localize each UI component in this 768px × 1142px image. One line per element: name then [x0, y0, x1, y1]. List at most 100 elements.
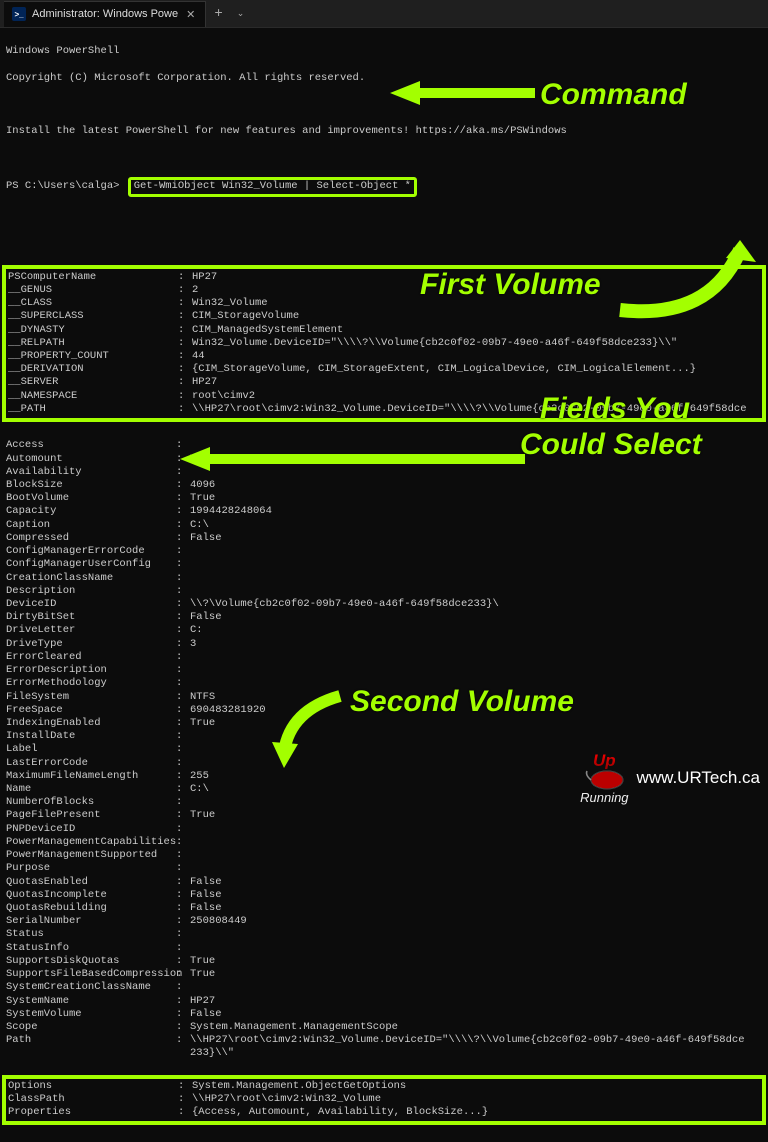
- property-value: False: [190, 876, 222, 889]
- property-key: BootVolume: [6, 492, 176, 505]
- property-row: SupportsDiskQuotas: True: [6, 955, 762, 968]
- separator: :: [176, 876, 190, 889]
- property-row: __RELPATH: Win32_Volume.DeviceID="\\\\?\…: [8, 337, 758, 350]
- separator: :: [176, 532, 190, 545]
- separator: :: [176, 928, 190, 941]
- property-value: C:: [190, 624, 203, 637]
- property-key: SupportsDiskQuotas: [6, 955, 176, 968]
- property-row: PowerManagementCapabilities:: [6, 836, 762, 849]
- property-key: Access: [6, 439, 176, 452]
- property-key: Capacity: [6, 505, 176, 518]
- intro-line: Windows PowerShell: [6, 45, 762, 58]
- property-value: 3: [190, 638, 196, 651]
- property-value: HP27: [190, 995, 215, 1008]
- tab-powershell[interactable]: >_ Administrator: Windows Powe ✕: [4, 1, 206, 27]
- separator: :: [176, 942, 190, 955]
- separator: :: [176, 849, 190, 862]
- property-key: Availability: [6, 466, 176, 479]
- separator: :: [176, 836, 190, 849]
- watermark-up: Up: [593, 752, 616, 769]
- property-value: Win32_Volume: [192, 297, 268, 310]
- property-key: PowerManagementSupported: [6, 849, 176, 862]
- property-key: DriveLetter: [6, 624, 176, 637]
- property-value: 4096: [190, 479, 215, 492]
- property-value: \\?\Volume{cb2c0f02-09b7-49e0-a46f-649f5…: [190, 598, 499, 611]
- separator: :: [176, 889, 190, 902]
- property-row: BootVolume: True: [6, 492, 762, 505]
- property-key: IndexingEnabled: [6, 717, 176, 730]
- separator: :: [176, 902, 190, 915]
- property-value: root\cimv2: [192, 390, 255, 403]
- property-value: C:\: [190, 783, 209, 796]
- property-value: HP27: [192, 271, 217, 284]
- property-row: __DYNASTY: CIM_ManagedSystemElement: [8, 324, 758, 337]
- second-volume-box: Options: System.Management.ObjectGetOpti…: [2, 1075, 766, 1125]
- property-key: PNPDeviceID: [6, 823, 176, 836]
- property-key: ConfigManagerErrorCode: [6, 545, 176, 558]
- separator: :: [176, 915, 190, 928]
- property-key: FileSystem: [6, 691, 176, 704]
- property-key: FreeSpace: [6, 704, 176, 717]
- property-key: Properties: [8, 1106, 178, 1119]
- property-row: SystemName: HP27: [6, 995, 762, 1008]
- property-row: CreationClassName:: [6, 572, 762, 585]
- property-row: InstallDate:: [6, 730, 762, 743]
- property-key: BlockSize: [6, 479, 176, 492]
- separator: :: [176, 730, 190, 743]
- watermark-logo: Up Running: [580, 752, 628, 804]
- separator: :: [176, 704, 190, 717]
- property-row: ClassPath: \\HP27\root\cimv2:Win32_Volum…: [8, 1093, 758, 1106]
- separator: :: [176, 1008, 190, 1021]
- property-value: 2: [192, 284, 198, 297]
- property-value: False: [190, 532, 222, 545]
- separator: :: [176, 651, 190, 664]
- separator: :: [176, 1034, 190, 1047]
- property-key: Status: [6, 928, 176, 941]
- property-value: 690483281920: [190, 704, 266, 717]
- separator: :: [178, 376, 192, 389]
- property-key: ErrorCleared: [6, 651, 176, 664]
- property-row: ErrorDescription:: [6, 664, 762, 677]
- property-key: LastErrorCode: [6, 757, 176, 770]
- separator: :: [178, 363, 192, 376]
- property-row: Scope: System.Management.ManagementScope: [6, 1021, 762, 1034]
- separator: :: [176, 624, 190, 637]
- separator: :: [178, 1106, 192, 1119]
- prompt-line: PS C:\Users\calga> Get-WmiObject Win32_V…: [6, 177, 762, 196]
- watermark: Up Running www.URTech.ca: [580, 752, 760, 804]
- property-row: Path: \\HP27\root\cimv2:Win32_Volume.Dev…: [6, 1034, 762, 1047]
- separator: :: [176, 572, 190, 585]
- property-row: PowerManagementSupported:: [6, 849, 762, 862]
- terminal-output[interactable]: Windows PowerShell Copyright (C) Microso…: [0, 28, 768, 1142]
- property-row: QuotasRebuilding: False: [6, 902, 762, 915]
- property-key: Scope: [6, 1021, 176, 1034]
- property-key: __SERVER: [8, 376, 178, 389]
- property-key: Description: [6, 585, 176, 598]
- property-value: NTFS: [190, 691, 215, 704]
- close-tab-icon[interactable]: ✕: [184, 8, 197, 21]
- property-row: ConfigManagerErrorCode:: [6, 545, 762, 558]
- add-tab-button[interactable]: +: [206, 6, 230, 22]
- property-value: C:\: [190, 519, 209, 532]
- separator: :: [176, 995, 190, 1008]
- property-row: PageFilePresent: True: [6, 809, 762, 822]
- property-value: HP27: [192, 376, 217, 389]
- property-key: PSComputerName: [8, 271, 178, 284]
- property-value: System.Management.ManagementScope: [190, 1021, 398, 1034]
- property-row: QuotasEnabled: False: [6, 876, 762, 889]
- property-row: __SERVER: HP27: [8, 376, 758, 389]
- property-key: SupportsFileBasedCompression: [6, 968, 176, 981]
- separator: :: [176, 545, 190, 558]
- tab-dropdown-button[interactable]: ⌄: [231, 9, 251, 19]
- property-key: ClassPath: [8, 1093, 178, 1106]
- property-row: IndexingEnabled: True: [6, 717, 762, 730]
- property-row: SystemVolume: False: [6, 1008, 762, 1021]
- property-value: 250808449: [190, 915, 247, 928]
- property-value: Win32_Volume.DeviceID="\\\\?\\Volume{cb2…: [192, 337, 677, 350]
- separator: :: [176, 466, 190, 479]
- separator: :: [178, 297, 192, 310]
- property-row: Access:: [6, 439, 762, 452]
- property-key: Name: [6, 783, 176, 796]
- property-value: False: [190, 611, 222, 624]
- property-key: InstallDate: [6, 730, 176, 743]
